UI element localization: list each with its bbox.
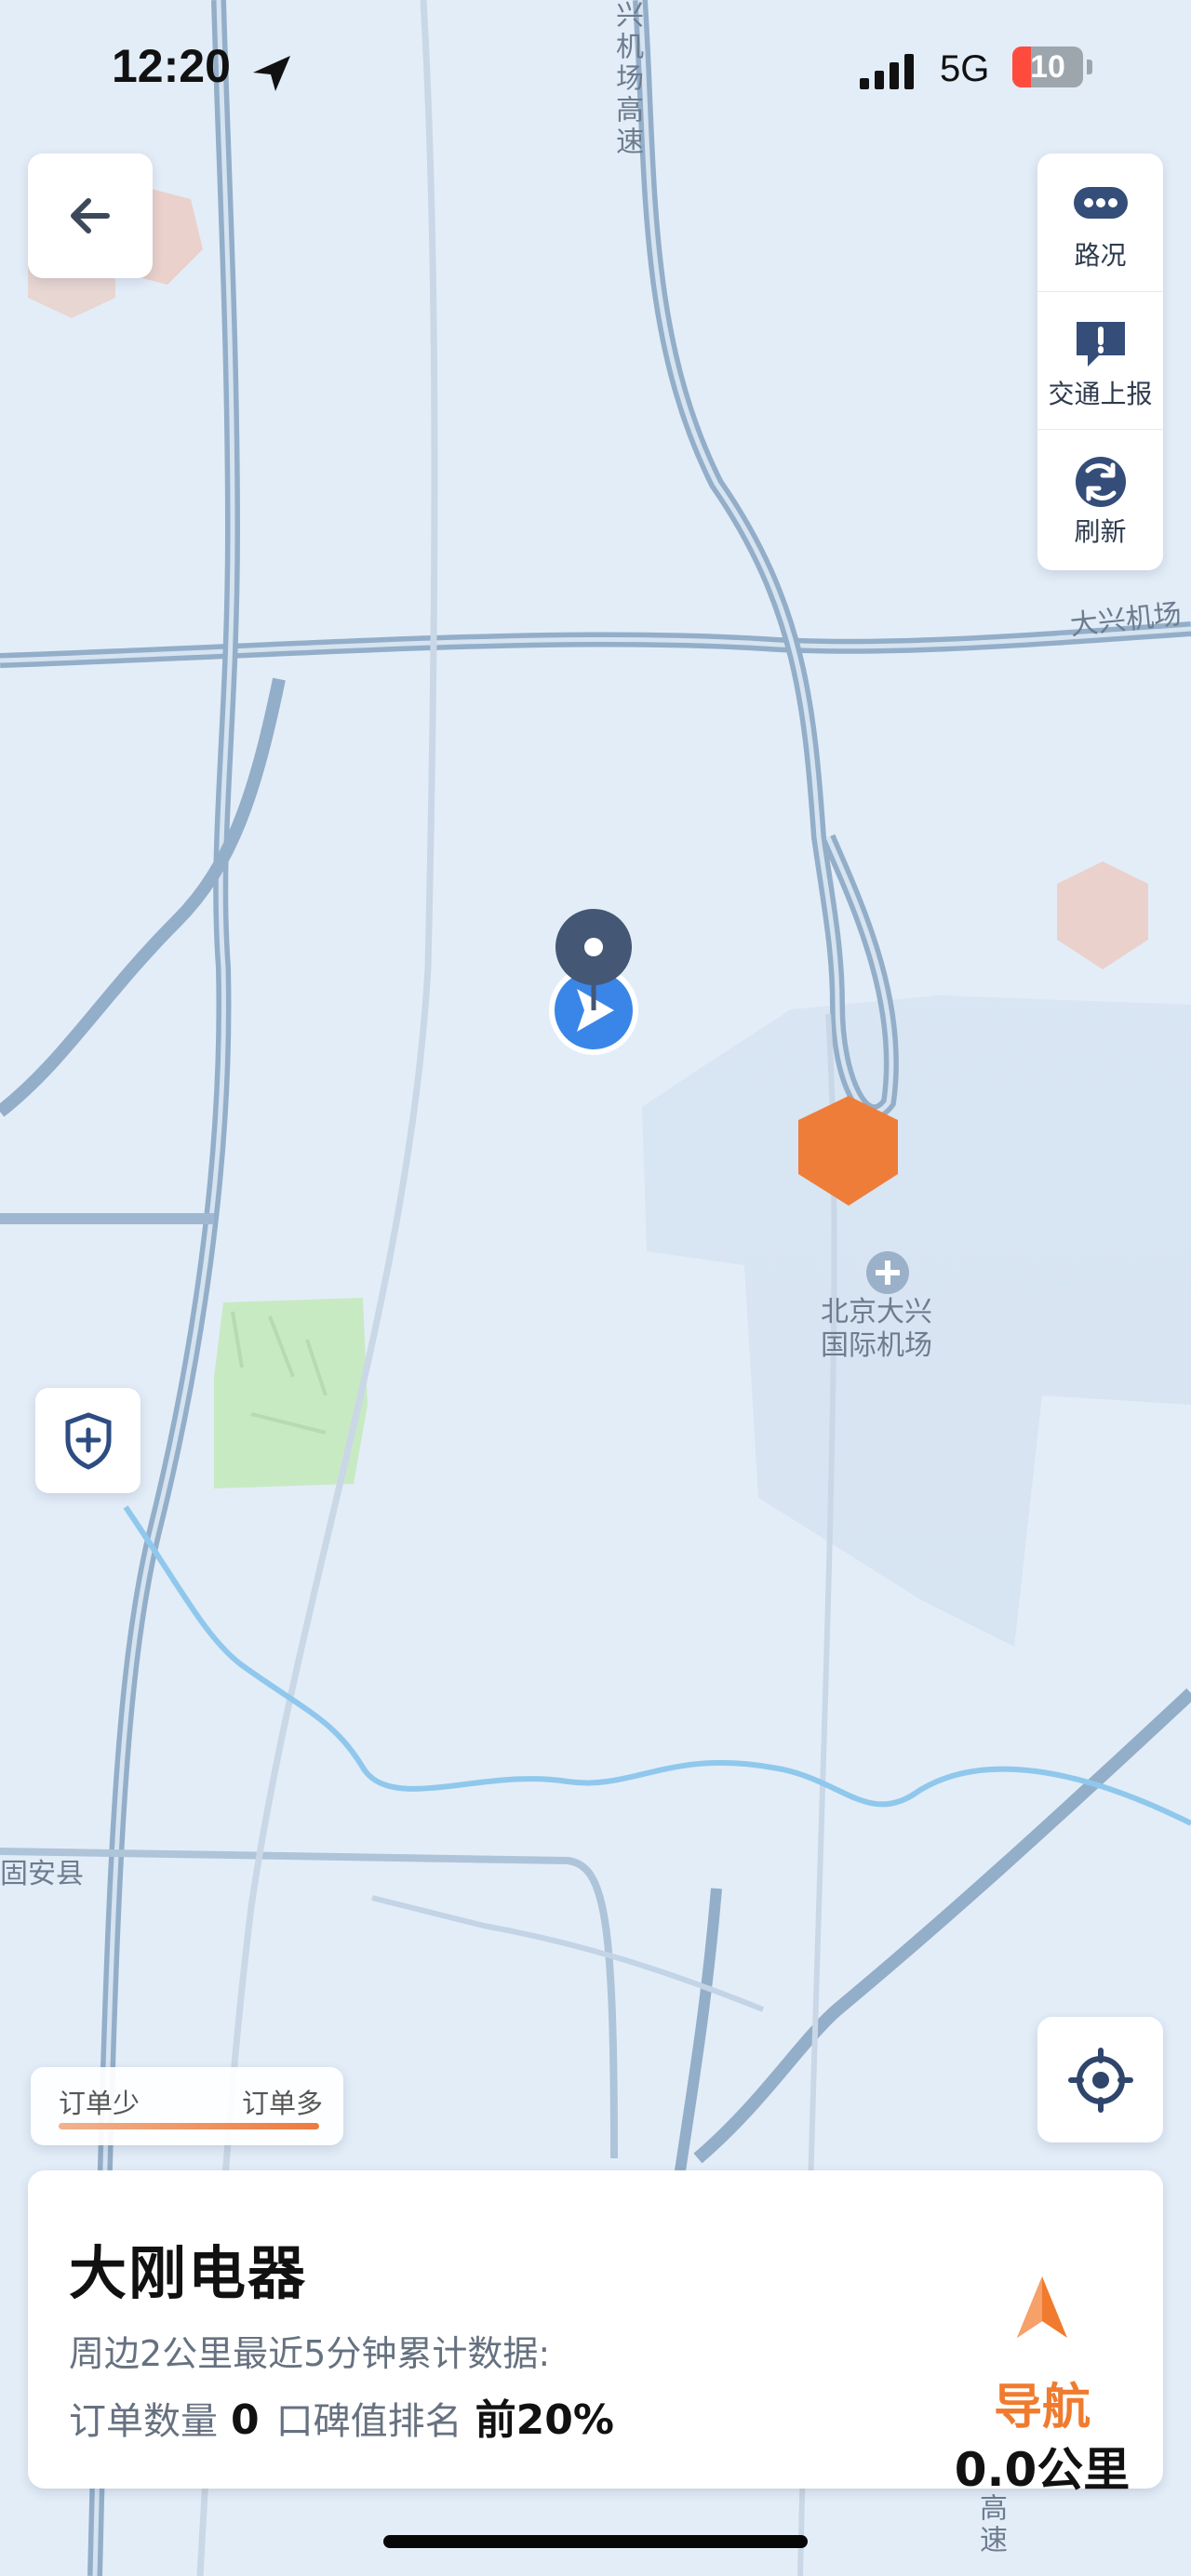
order-count-label: 订单数量 [69, 2400, 218, 2443]
report-label: 交通上报 [1048, 379, 1153, 409]
report-button[interactable]: 交通上报 [1037, 291, 1163, 430]
locate-button[interactable] [1037, 2017, 1163, 2142]
navigation-label: 导航 [993, 2380, 1091, 2436]
status-time: 12:20 [112, 40, 231, 92]
home-indicator [383, 2535, 808, 2548]
shield-icon [65, 1411, 111, 1470]
map-label-airport-line-2: 国际机场 [821, 1329, 932, 1362]
battery-indicator: 10 [1012, 47, 1083, 87]
battery-level: 10 [1030, 48, 1065, 85]
report-icon [1077, 322, 1125, 367]
refresh-button[interactable]: 刷新 [1037, 429, 1163, 567]
merchant-stats: 订单数量 0 口碑值排名 前20% [69, 2386, 631, 2446]
back-arrow-icon [71, 198, 110, 234]
map-screen: 兴机场高速 大兴机场 北京大兴 国际机场 固安县 高速 12:20 5G 10 [0, 0, 1191, 2576]
traffic-icon [1074, 187, 1128, 219]
map-tools-panel: 路况 交通上报 刷新 [1037, 153, 1163, 570]
target-icon [1067, 2047, 1133, 2113]
traffic-label: 路况 [1074, 240, 1127, 271]
legend-low-label: 订单少 [59, 2088, 141, 2119]
order-density-legend: 订单少 订单多 [31, 2067, 343, 2145]
legend-gradient-bar [59, 2123, 319, 2129]
refresh-label: 刷新 [1074, 516, 1127, 547]
navigation-arrow-icon [1017, 2276, 1067, 2338]
network-type: 5G [940, 48, 990, 89]
rating-rank-label: 口碑值排名 [275, 2400, 462, 2443]
order-count-value: 0 [231, 2396, 260, 2444]
status-bar: 12:20 5G 10 [0, 0, 1191, 140]
map-label-airport-line-1: 北京大兴 [821, 1296, 932, 1328]
signal-icon [860, 54, 914, 89]
merchant-name: 大刚电器 [69, 2239, 308, 2307]
nearby-data-caption: 周边2公里最近5分钟累计数据: [69, 2333, 551, 2374]
location-arrow-icon [253, 56, 290, 91]
map-label-bottom-speed: 高速 [974, 2493, 1007, 2556]
map-label-guan-county: 固安县 [0, 1858, 84, 1890]
merchant-info-card: 大刚电器 周边2公里最近5分钟累计数据: 订单数量 0 口碑值排名 前20% 导航 0… [28, 2170, 1163, 2497]
distance-value: 0.0公里 [954, 2443, 1131, 2497]
rating-rank-value: 前20% [475, 2396, 614, 2444]
back-button[interactable] [28, 153, 153, 278]
traffic-button[interactable]: 路况 [1037, 153, 1163, 291]
battery-tip [1087, 60, 1092, 74]
legend-high-label: 订单多 [241, 2088, 323, 2119]
navigation-button[interactable]: 导航 0.0公里 [940, 2228, 1144, 2497]
safety-button[interactable] [35, 1388, 141, 1493]
refresh-icon [1076, 457, 1126, 507]
destination-pin-dot [584, 938, 603, 956]
